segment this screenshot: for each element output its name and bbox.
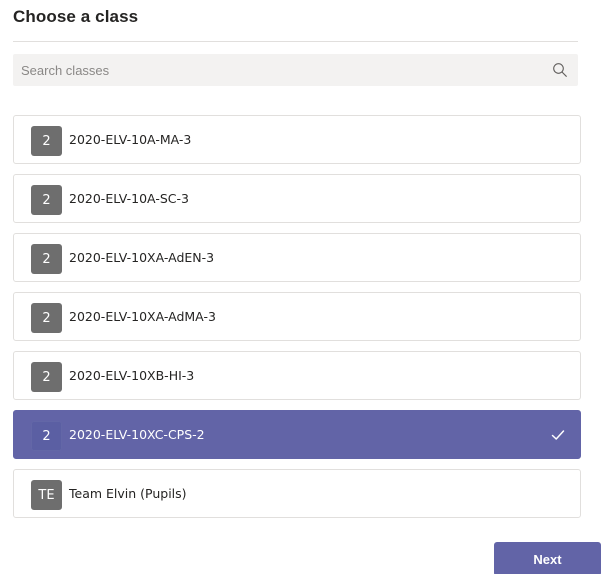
class-avatar: TE: [31, 480, 62, 510]
class-name: 2020-ELV-10XB-HI-3: [69, 368, 195, 383]
checkmark-icon: [551, 430, 565, 440]
dialog-title: Choose a class: [13, 7, 139, 26]
class-avatar: 2: [31, 303, 62, 333]
class-item[interactable]: 2 2020-ELV-10A-SC-3: [13, 174, 581, 223]
class-item[interactable]: 2 2020-ELV-10XA-AdMA-3: [13, 292, 581, 341]
search-input[interactable]: [13, 54, 543, 86]
class-name: 2020-ELV-10A-SC-3: [69, 191, 189, 206]
class-name: 2020-ELV-10A-MA-3: [69, 132, 192, 147]
class-avatar: 2: [31, 126, 62, 156]
class-name: 2020-ELV-10XA-AdMA-3: [69, 309, 216, 324]
title-divider: [13, 41, 578, 42]
class-name: Team Elvin (Pupils): [69, 486, 187, 501]
class-item[interactable]: TE Team Elvin (Pupils): [13, 469, 581, 518]
class-avatar: 2: [31, 244, 62, 274]
class-avatar: 2: [31, 362, 62, 392]
class-avatar: 2: [31, 421, 62, 451]
class-item[interactable]: 2 2020-ELV-10XA-AdEN-3: [13, 233, 581, 282]
search-box[interactable]: [13, 54, 578, 86]
class-name: 2020-ELV-10XA-AdEN-3: [69, 250, 215, 265]
class-item[interactable]: 2 2020-ELV-10XB-HI-3: [13, 351, 581, 400]
choose-class-dialog: Choose a class 2 2020-ELV-10A-MA-3 2 202…: [0, 0, 606, 574]
class-item-selected[interactable]: 2 2020-ELV-10XC-CPS-2: [13, 410, 581, 459]
class-list: 2 2020-ELV-10A-MA-3 2 2020-ELV-10A-SC-3 …: [13, 115, 581, 528]
next-button[interactable]: Next: [494, 542, 601, 574]
class-name: 2020-ELV-10XC-CPS-2: [69, 427, 205, 442]
class-item[interactable]: 2 2020-ELV-10A-MA-3: [13, 115, 581, 164]
search-icon[interactable]: [552, 62, 568, 78]
class-avatar: 2: [31, 185, 62, 215]
